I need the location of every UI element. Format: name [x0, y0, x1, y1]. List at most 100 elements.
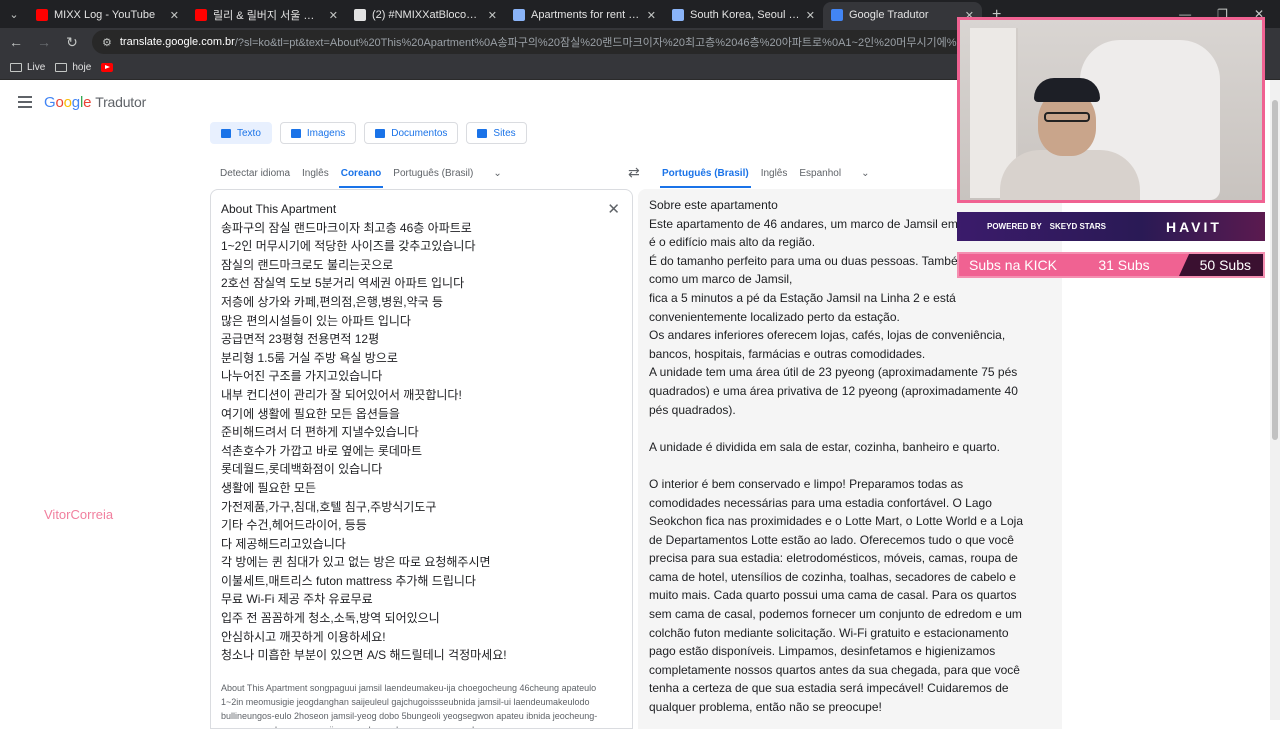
source-line: 많은 편의시설들이 있는 아파트 입니다: [221, 313, 411, 328]
source-lang-korean[interactable]: Coreano: [335, 158, 388, 188]
tab-title: MIXX Log - YouTube: [54, 9, 156, 21]
source-line: 공급면적 23평형 전용면적 12평: [221, 332, 380, 347]
streamer-watermark: VitorCorreia: [44, 507, 114, 522]
google-translate-logo[interactable]: Google Tradutor: [44, 94, 146, 111]
subs-label: Subs na KICK: [969, 257, 1057, 273]
sponsor-skeyd: SKEYD STARS: [1049, 222, 1106, 231]
reload-icon[interactable]: ↻: [60, 34, 84, 51]
close-icon[interactable]: ✕: [806, 9, 815, 22]
bookmark-hoje[interactable]: hoje: [55, 62, 91, 73]
target-lang-english[interactable]: Inglês: [755, 158, 794, 188]
youtube-icon: [195, 9, 207, 21]
menu-icon[interactable]: [18, 96, 32, 108]
youtube-icon: [36, 9, 48, 21]
translation-line: Seokchon fica nas proximidades e o Lotte…: [649, 514, 1023, 529]
source-line: 안심하시고 깨끗하게 이용하세요!: [221, 629, 386, 644]
translation-line: bancos, hospitais, farmácias e outras co…: [649, 346, 926, 361]
close-icon[interactable]: ✕: [329, 9, 338, 22]
webcam-overlay: [957, 17, 1265, 203]
translation-line: sem cama de casal, podemos fornecer um c…: [649, 607, 1022, 622]
tab-1[interactable]: 릴리 & 릴버지 서울 브이로그 ✕: [187, 2, 346, 28]
source-lang-detect[interactable]: Detectar idioma: [214, 158, 296, 188]
translation-line: muito mais. Cada quarto possui uma cama …: [649, 588, 1017, 603]
powered-by-label: POWERED BY: [987, 222, 1042, 231]
tab-title: South Korea, Seoul Hoehyeon-: [690, 9, 800, 21]
webcam-person-glasses: [1044, 112, 1090, 122]
translation-line: precisa para sua estadia: eletrodoméstic…: [649, 551, 1018, 566]
tab-3[interactable]: Apartments for rent in Seoul, S ✕: [505, 2, 664, 28]
translation-line: cama de hotel, utensílios de cozinha, to…: [649, 569, 1016, 584]
source-line: 입주 전 꼼꼼하게 청소,소독,방역 되어있으니: [221, 611, 440, 626]
logo-letter: g: [71, 93, 80, 111]
translation-line: convenientemente localizado perto da est…: [649, 309, 900, 324]
source-line: 무료 Wi-Fi 제공 주차 유료무료: [221, 592, 373, 607]
document-icon: [375, 128, 386, 138]
google-translate-icon: [831, 9, 843, 21]
source-line: 나누어진 구조를 가지고있습니다: [221, 369, 383, 384]
source-line: 생활에 필요한 모든: [221, 480, 316, 495]
tab-0[interactable]: MIXX Log - YouTube ✕: [28, 2, 187, 28]
text-icon: [221, 128, 231, 138]
translation-line: colchão futon mediante solicitação. Wi-F…: [649, 625, 1009, 640]
bookmark-live[interactable]: Live: [10, 62, 45, 73]
mode-documents-button[interactable]: Documentos: [364, 122, 459, 144]
scrollbar-thumb[interactable]: [1272, 100, 1278, 440]
chevron-down-icon[interactable]: ⌄: [493, 168, 501, 179]
source-line: 2호선 잠실역 도보 5분거리 역세권 아파트 입니다: [221, 276, 465, 291]
close-icon[interactable]: ✕: [170, 9, 179, 22]
translation-line: [649, 419, 1062, 438]
translation-modes: Texto Imagens Documentos Sites: [210, 122, 527, 144]
translation-line: Os andares inferiores oferecem lojas, ca…: [649, 328, 1006, 343]
back-icon[interactable]: ←: [4, 34, 28, 50]
x-logo-icon: [354, 9, 366, 21]
translation-line: A unidade é dividida em sala de estar, c…: [649, 439, 1000, 454]
tab-4[interactable]: South Korea, Seoul Hoehyeon- ✕: [664, 2, 823, 28]
source-line: 가전제품,가구,침대,호텔 침구,주방식기도구: [221, 499, 437, 514]
tab-title: Apartments for rent in Seoul, S: [531, 9, 641, 21]
source-line: 분리형 1.5룸 거실 주방 욕실 방으로: [221, 350, 398, 365]
bookmark-youtube[interactable]: [101, 63, 114, 72]
source-text-input[interactable]: ✕ About This Apartment 송파구의 잠실 랜드마크이자 최고…: [210, 189, 633, 729]
source-line: 롯데월드,롯데백화점이 있습니다: [221, 462, 383, 477]
mode-sites-button[interactable]: Sites: [466, 122, 527, 144]
source-lang-english[interactable]: Inglês: [296, 158, 335, 188]
target-language-bar: Português (Brasil) Inglês Espanhol ⌄: [656, 158, 869, 188]
translation-line: de Departamentos Lotte estão ao lado. Of…: [649, 532, 1014, 547]
mode-label: Imagens: [306, 127, 346, 139]
site-info-icon[interactable]: ⚙: [102, 36, 112, 49]
swap-languages-icon[interactable]: ⇄: [628, 164, 640, 181]
forward-icon[interactable]: →: [32, 34, 56, 50]
tab-search-icon[interactable]: ⌄: [0, 0, 28, 28]
source-line: 저층에 상가와 카페,편의점,은행,병원,약국 등: [221, 294, 444, 309]
romanization-text: About This Apartment songpaguui jamsil l…: [221, 682, 598, 728]
translation-line: fica a 5 minutos a pé da Estação Jamsil …: [649, 290, 956, 305]
translation-line: quadrados) e uma área privativa de 12 py…: [649, 383, 1018, 398]
tab-title: 릴리 & 릴버지 서울 브이로그: [213, 10, 323, 22]
target-lang-spanish[interactable]: Espanhol: [793, 158, 847, 188]
target-lang-portuguese[interactable]: Português (Brasil): [656, 158, 755, 188]
bookmark-label: hoje: [72, 62, 92, 73]
chevron-down-icon[interactable]: ⌄: [861, 168, 869, 179]
translation-line: A unidade tem uma área útil de 23 pyeong…: [649, 365, 1018, 380]
source-line: 내부 컨디션이 관리가 잘 되어있어서 깨끗합니다!: [221, 387, 462, 402]
translation-line: [649, 456, 1062, 475]
translation-line: O interior é bem conservado e limpo! Pre…: [649, 476, 964, 491]
tab-title: Google Tradutor: [849, 9, 929, 21]
source-line: 청소나 미흡한 부분이 있으면 A/S 해드릴테니 걱정마세요!: [221, 648, 507, 663]
bookmark-label: Live: [27, 62, 46, 73]
close-icon[interactable]: ✕: [488, 9, 497, 22]
subs-count: 31 Subs: [1098, 257, 1150, 273]
mode-label: Documentos: [391, 127, 448, 139]
source-lang-portuguese[interactable]: Português (Brasil): [387, 158, 479, 188]
mode-text-button[interactable]: Texto: [210, 122, 272, 144]
tab-2[interactable]: (2) #NMIXXatBlocoDaPabllo – X ✕: [346, 2, 505, 28]
clear-text-icon[interactable]: ✕: [607, 200, 620, 218]
logo-letter: G: [44, 93, 56, 111]
url-host: translate.google.com.br: [119, 36, 235, 48]
mode-images-button[interactable]: Imagens: [279, 122, 357, 144]
translation-line: pago estão disponíveis. Limpamos, desinf…: [649, 644, 996, 659]
source-line: 기타 수건,헤어드라이어, 등등: [221, 518, 367, 533]
mode-label: Texto: [237, 127, 261, 139]
close-icon[interactable]: ✕: [647, 9, 656, 22]
site-icon: [672, 9, 684, 21]
